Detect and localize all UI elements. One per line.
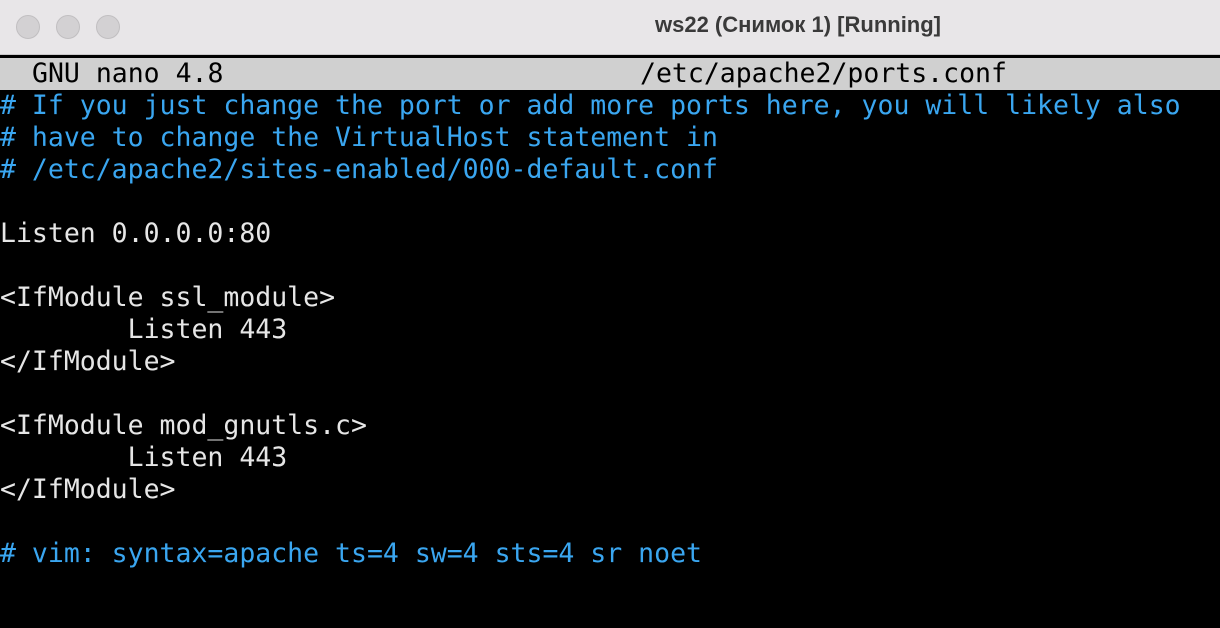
nano-header-bar: GNU nano 4.8 /etc/apache2/ports.conf (0, 58, 1220, 90)
editor-line[interactable]: # If you just change the port or add mor… (0, 90, 1220, 122)
editor-line[interactable]: # /etc/apache2/sites-enabled/000-default… (0, 154, 1220, 186)
vm-window: ws22 (Снимок 1) [Running] GNU nano 4.8 /… (0, 0, 1220, 628)
editor-line[interactable]: # vim: syntax=apache ts=4 sw=4 sts=4 sr … (0, 538, 1220, 570)
editor-line[interactable] (0, 378, 1220, 410)
editor-line[interactable]: # have to change the VirtualHost stateme… (0, 122, 1220, 154)
editor-line[interactable]: Listen 443 (0, 314, 1220, 346)
editor-line[interactable]: Listen 443 (0, 442, 1220, 474)
editor-line[interactable]: <IfModule mod_gnutls.c> (0, 410, 1220, 442)
terminal-screen[interactable]: GNU nano 4.8 /etc/apache2/ports.conf # I… (0, 56, 1220, 628)
editor-line[interactable]: <IfModule ssl_module> (0, 282, 1220, 314)
window-title: ws22 (Снимок 1) [Running] (654, 12, 942, 37)
editor-line[interactable] (0, 506, 1220, 538)
editor-line[interactable] (0, 250, 1220, 282)
nano-filename: /etc/apache2/ports.conf (640, 58, 1007, 89)
editor-line[interactable]: </IfModule> (0, 346, 1220, 378)
editor-line[interactable]: </IfModule> (0, 474, 1220, 506)
editor-content[interactable]: # If you just change the port or add mor… (0, 90, 1220, 570)
nano-version: GNU nano 4.8 (32, 58, 224, 89)
editor-line[interactable]: Listen 0.0.0.0:80 (0, 218, 1220, 250)
editor-line[interactable] (0, 186, 1220, 218)
title-bar[interactable]: ws22 (Снимок 1) [Running] (0, 0, 1220, 55)
